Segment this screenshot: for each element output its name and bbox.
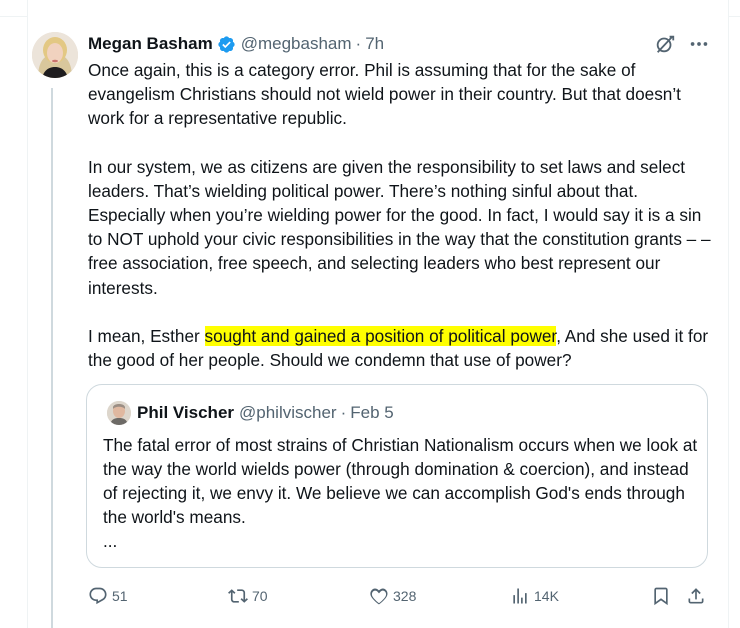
author-handle[interactable]: @megbasham — [241, 34, 352, 54]
more-icon[interactable] — [688, 33, 710, 55]
share-button[interactable] — [686, 584, 706, 608]
timeline-border-left — [27, 0, 28, 628]
verified-badge-icon[interactable] — [217, 35, 236, 54]
views-count: 14K — [534, 588, 559, 604]
quoted-author-handle[interactable]: @philvischer — [239, 403, 337, 423]
quoted-author-name[interactable]: Phil Vischer — [137, 403, 234, 423]
timeline-border-right — [728, 0, 729, 628]
repost-button[interactable]: 70 — [228, 584, 268, 608]
tweet-text: Once again, this is a category error. Ph… — [88, 58, 718, 372]
reply-count: 51 — [112, 588, 128, 604]
bookmark-button[interactable] — [651, 584, 671, 608]
time-separator: · — [355, 34, 362, 53]
thread-connector-line — [51, 88, 53, 628]
tweet-header: Megan Basham @megbasham · 7h — [88, 33, 384, 55]
quoted-tweet-card[interactable]: Phil Vischer @philvischer · Feb 5 The fa… — [86, 384, 708, 568]
share-icon — [688, 588, 704, 604]
views-button[interactable]: 14K — [510, 584, 559, 608]
reply-icon — [89, 587, 107, 605]
views-icon — [513, 588, 527, 604]
bookmark-icon — [654, 587, 668, 606]
grok-icon[interactable] — [654, 33, 676, 55]
divider — [728, 16, 740, 17]
tweet-paragraph: I mean, Esther sought and gained a posit… — [88, 324, 718, 372]
timestamp[interactable]: 7h — [365, 34, 384, 54]
like-count: 328 — [393, 588, 417, 604]
quoted-avatar[interactable] — [107, 401, 131, 425]
time-separator: · — [340, 403, 347, 422]
quoted-text-body: The fatal error of most strains of Chris… — [103, 435, 698, 527]
tweet-paragraph: Once again, this is a category error. Ph… — [88, 60, 681, 129]
divider — [0, 16, 27, 17]
author-name[interactable]: Megan Basham — [88, 34, 213, 54]
repost-icon — [228, 589, 248, 603]
quoted-tweet-text: The fatal error of most strains of Chris… — [103, 433, 699, 553]
avatar[interactable] — [32, 32, 78, 78]
repost-count: 70 — [252, 588, 268, 604]
tweet-text-segment: I mean, Esther — [88, 325, 205, 346]
quoted-timestamp[interactable]: Feb 5 — [350, 403, 393, 423]
reply-button[interactable]: 51 — [88, 584, 128, 608]
tweet-paragraph: In our system, we as citizens are given … — [88, 156, 711, 298]
quoted-text-ellipsis: ... — [103, 531, 118, 551]
quoted-header: Phil Vischer @philvischer · Feb 5 — [137, 402, 394, 424]
highlighted-text: sought and gained a position of politica… — [204, 325, 557, 346]
like-icon — [370, 588, 388, 605]
action-bar: 51 70 328 14K — [88, 584, 718, 608]
like-button[interactable]: 328 — [369, 584, 416, 608]
